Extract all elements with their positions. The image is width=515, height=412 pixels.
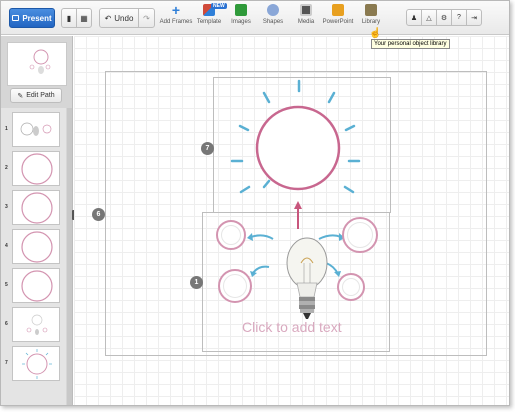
small-circle[interactable] [337,273,365,301]
arrow-left-top [250,234,274,240]
arrow-left-bottom [252,265,270,274]
click-to-add-text[interactable]: Click to add text [242,319,342,335]
prezi-editor-window: Present ▮ ▦ ↶ Undo ↷ + Add Frames Templa… [0,0,510,406]
small-circle[interactable] [216,220,246,250]
hand-cursor-icon: ☝ [369,28,382,39]
small-circle[interactable] [218,269,252,303]
main-circle [255,105,341,191]
small-circle[interactable] [342,217,378,253]
lightbulb-image [286,237,328,319]
arrow-right-top [318,234,342,240]
library-tooltip: Your personal object library [371,39,450,49]
canvas-artwork [230,79,361,319]
